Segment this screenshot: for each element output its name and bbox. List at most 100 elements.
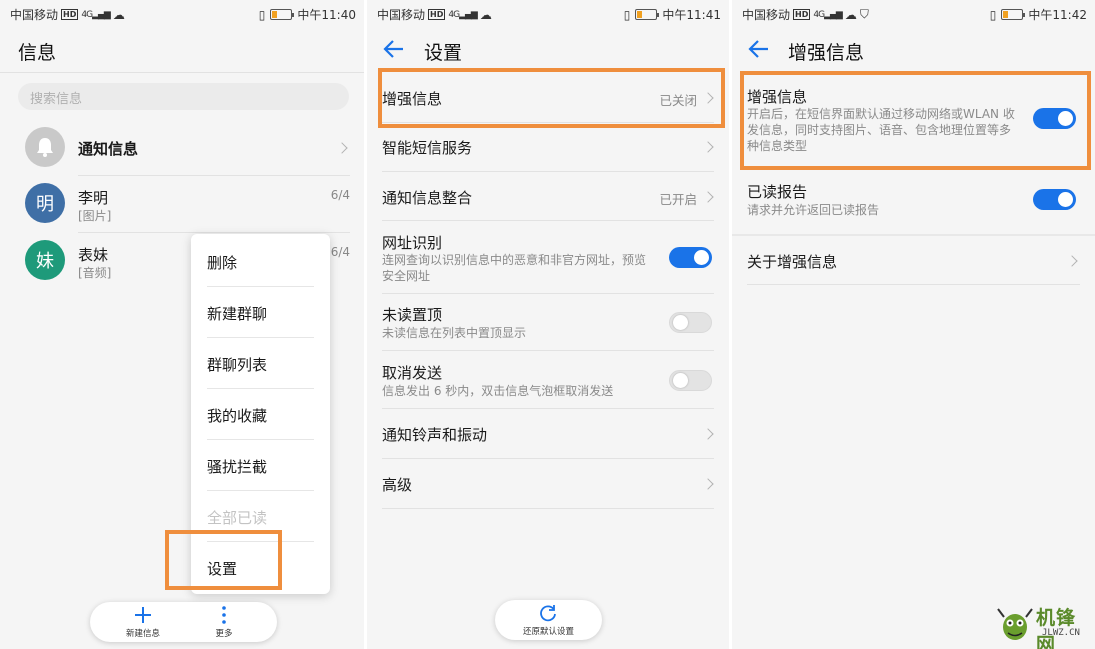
setting-url-recognition: 网址识别 连网查询以识别信息中的恶意和非官方网址，预览安全网址 bbox=[367, 221, 729, 294]
conversation-item-notice[interactable]: 通知信息 bbox=[0, 120, 364, 176]
setting-unread-pin: 未读置顶 未读信息在列表中置顶显示 bbox=[367, 294, 729, 351]
more-button[interactable]: 更多 bbox=[184, 602, 264, 642]
conversation-date: 6/4 bbox=[330, 188, 350, 202]
more-vertical-icon bbox=[222, 606, 226, 624]
clock: 中午11:41 bbox=[662, 8, 721, 22]
setting-description: 信息发出 6 秒内，双击信息气泡框取消发送 bbox=[382, 384, 614, 398]
cloud-icon: ☁ bbox=[844, 7, 857, 22]
setting-description: 请求并允许返回已读报告 bbox=[747, 203, 880, 217]
highlight-box bbox=[165, 530, 282, 590]
clock: 中午11:42 bbox=[1028, 8, 1087, 22]
messages-screen: 中国移动 HD 4G▂▄▆ ☁ ▯ 中午11:40 信息 搜索信息 通知信息 明… bbox=[0, 0, 364, 649]
setting-smart-sms[interactable]: 智能短信服务 bbox=[367, 123, 729, 172]
chevron-right-icon bbox=[702, 141, 714, 153]
setting-label: 通知信息整合 bbox=[382, 189, 473, 207]
status-bar: 中国移动 HD 4G▂▄▆ ☁ ⛉ ▯ 中午11:42 bbox=[732, 0, 1095, 27]
menu-item-new-group[interactable]: 新建群聊 bbox=[207, 287, 314, 338]
menu-item-group-list[interactable]: 群聊列表 bbox=[207, 338, 314, 389]
clock: 中午11:40 bbox=[297, 8, 356, 22]
avatar: 明 bbox=[25, 183, 65, 223]
chevron-right-icon bbox=[702, 191, 714, 203]
setting-label: 智能短信服务 bbox=[382, 139, 473, 157]
chevron-right-icon bbox=[336, 142, 348, 154]
hd-icon: HD bbox=[793, 9, 811, 20]
conversation-name: 李明 bbox=[78, 189, 109, 207]
carrier-name: 中国移动 bbox=[377, 8, 426, 22]
chevron-right-icon bbox=[1066, 255, 1078, 267]
setting-label: 未读置顶 bbox=[382, 306, 443, 324]
highlight-box bbox=[378, 68, 725, 128]
cloud-icon: ☁ bbox=[479, 7, 492, 22]
back-arrow-icon[interactable] bbox=[381, 37, 407, 61]
unread-pin-toggle[interactable] bbox=[669, 312, 712, 333]
hd-icon: HD bbox=[61, 9, 79, 20]
new-message-button[interactable]: 新建信息 bbox=[103, 602, 183, 642]
menu-item-favorites[interactable]: 我的收藏 bbox=[207, 389, 314, 440]
watermark-text: 机锋网 bbox=[1036, 607, 1077, 649]
refresh-icon bbox=[540, 605, 556, 622]
setting-description: 连网查询以识别信息中的恶意和非官方网址，预览安全网址 bbox=[382, 253, 647, 283]
vibrate-icon: ▯ bbox=[989, 7, 997, 22]
title-bar: 增强信息 bbox=[732, 28, 1095, 72]
status-bar: 中国移动 HD 4G▂▄▆ ☁ ▯ 中午11:41 bbox=[367, 0, 729, 27]
conversation-name: 通知信息 bbox=[78, 140, 139, 158]
chevron-right-icon bbox=[702, 478, 714, 490]
chevron-right-icon bbox=[702, 428, 714, 440]
setting-label: 取消发送 bbox=[382, 364, 443, 382]
vibrate-icon: ▯ bbox=[623, 7, 631, 22]
setting-label: 高级 bbox=[382, 476, 413, 494]
setting-cancel-send: 取消发送 信息发出 6 秒内，双击信息气泡框取消发送 bbox=[367, 351, 729, 409]
new-message-label: 新建信息 bbox=[125, 629, 160, 639]
watermark-logo: 机锋网 JLWZ.CN bbox=[994, 601, 1094, 649]
shield-icon: ⛉ bbox=[859, 7, 869, 21]
cloud-icon: ☁ bbox=[112, 7, 125, 22]
battery-icon bbox=[635, 9, 660, 20]
setting-read-receipt: 已读报告 请求并允许返回已读报告 bbox=[732, 172, 1095, 230]
setting-about-enhanced-messaging[interactable]: 关于增强信息 bbox=[732, 236, 1095, 285]
setting-value: 已开启 bbox=[659, 192, 697, 207]
setting-ringtone-vibration[interactable]: 通知铃声和振动 bbox=[367, 409, 729, 459]
conversation-date: 6/4 bbox=[330, 245, 350, 259]
hd-icon: HD bbox=[428, 9, 446, 20]
battery-icon bbox=[1001, 9, 1026, 20]
android-mascot-icon bbox=[997, 608, 1033, 640]
title-bar: 设置 bbox=[367, 28, 729, 72]
page-title: 设置 bbox=[424, 42, 463, 64]
page-title: 信息 bbox=[18, 42, 57, 64]
vibrate-icon: ▯ bbox=[258, 7, 266, 22]
battery-icon bbox=[270, 9, 295, 20]
plus-icon bbox=[135, 607, 151, 623]
signal-icon: 4G▂▄▆ bbox=[813, 9, 842, 20]
back-arrow-icon[interactable] bbox=[746, 37, 772, 61]
conversation-preview: [音频] bbox=[78, 266, 112, 280]
menu-item-delete[interactable]: 删除 bbox=[207, 236, 314, 287]
divider bbox=[78, 175, 350, 176]
reset-defaults-label: 还原默认设置 bbox=[522, 627, 574, 637]
signal-icon: 4G▂▄▆ bbox=[448, 9, 477, 20]
setting-notification-merge[interactable]: 通知信息整合 已开启 bbox=[367, 172, 729, 221]
menu-item-harassment-block[interactable]: 骚扰拦截 bbox=[207, 440, 314, 491]
carrier-name: 中国移动 bbox=[10, 8, 59, 22]
carrier-name: 中国移动 bbox=[742, 8, 791, 22]
watermark-url: JLWZ.CN bbox=[1042, 628, 1080, 638]
page-title: 增强信息 bbox=[788, 42, 865, 64]
bottom-bar: 新建信息 更多 bbox=[90, 602, 277, 642]
setting-label: 已读报告 bbox=[747, 183, 808, 201]
search-input[interactable]: 搜索信息 bbox=[18, 83, 349, 110]
conversation-item-liming[interactable]: 明 李明 [图片] 6/4 bbox=[0, 179, 364, 235]
setting-description: 未读信息在列表中置顶显示 bbox=[382, 326, 527, 340]
title-bar: 信息 bbox=[0, 28, 364, 72]
divider bbox=[0, 72, 364, 73]
setting-advanced[interactable]: 高级 bbox=[367, 459, 729, 509]
settings-screen: 中国移动 HD 4G▂▄▆ ☁ ▯ 中午11:41 设置 增强信息 已关闭 智能… bbox=[367, 0, 729, 649]
signal-icon: 4G▂▄▆ bbox=[81, 9, 110, 20]
divider bbox=[78, 232, 350, 233]
conversation-name: 表妹 bbox=[78, 246, 109, 264]
setting-label: 关于增强信息 bbox=[747, 253, 838, 271]
cancel-send-toggle[interactable] bbox=[669, 370, 712, 391]
enhanced-messaging-screen: 中国移动 HD 4G▂▄▆ ☁ ⛉ ▯ 中午11:42 增强信息 增强信息 开启… bbox=[732, 0, 1095, 649]
avatar: 妹 bbox=[25, 240, 65, 280]
read-receipt-toggle[interactable] bbox=[1033, 189, 1076, 210]
reset-defaults-button[interactable]: 还原默认设置 bbox=[495, 600, 602, 640]
url-recognition-toggle[interactable] bbox=[669, 247, 712, 268]
